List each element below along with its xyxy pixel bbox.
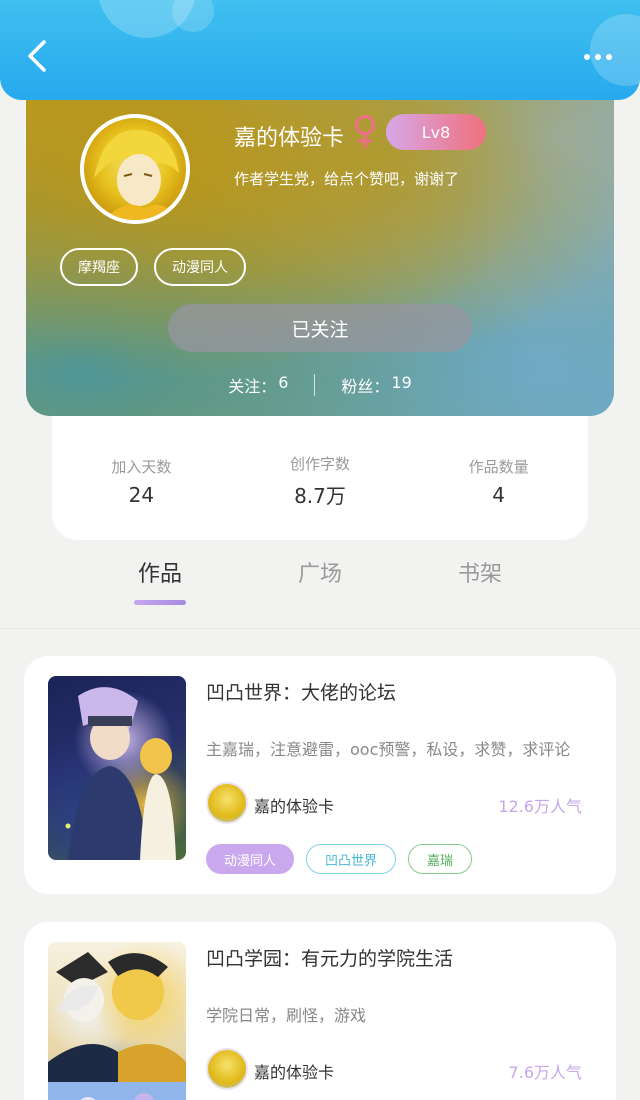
followers-count: 19 [391,373,412,392]
following-count: 6 [278,373,289,392]
author-name[interactable]: 嘉的体验卡 [254,1059,334,1083]
level-badge: Lv8 [386,114,486,150]
avatar[interactable] [80,114,190,224]
tab-label: 作品 [137,562,182,587]
stats-card: 加入天数 24 创作字数 8.7万 作品数量 4 [52,412,588,540]
work-title[interactable]: 凹凸学园：有元力的学院生活 [206,944,453,971]
female-icon [355,115,375,148]
tab-bookshelf[interactable]: 书架 [420,556,540,612]
stat-value: 4 [492,482,505,507]
work-title[interactable]: 凹凸世界：大佬的论坛 [206,678,396,705]
work-tags: 动漫同人 凹凸世界 嘉瑞 [206,844,472,874]
stat-label: 作品数量 [468,457,529,476]
author-name[interactable]: 嘉的体验卡 [254,793,334,817]
tab-bar: 作品 广场 书架 [100,556,540,612]
stat-label: 加入天数 [111,457,172,476]
stat-label: 创作字数 [289,455,350,473]
tab-active-indicator [134,600,186,605]
profile-card: 嘉的体验卡 Lv8 作者学生党，给点个赞吧，谢谢了 摩羯座 动漫同人 已关注 关… [26,70,614,416]
follow-stats: 关注： 6 粉丝： 19 [26,370,614,400]
stat-value: 8.7万 [294,484,346,508]
stat-value: 24 [128,482,155,507]
stat-works-count: 作品数量 4 [429,456,569,507]
popularity-count: 7.6万人气 [508,1063,582,1082]
back-button[interactable] [20,36,54,76]
more-button[interactable] [576,40,620,74]
followers-stat[interactable]: 粉丝： 19 [341,373,411,397]
tab-label: 书架 [457,562,502,587]
profile-tag[interactable]: 摩羯座 [60,248,138,286]
following-stat[interactable]: 关注： 6 [228,373,288,397]
tab-label: 广场 [297,562,342,587]
stat-join-days: 加入天数 24 [71,456,211,507]
author-avatar[interactable] [206,1048,248,1090]
following-label: 关注： [228,377,277,396]
work-card[interactable]: 凹凸世界：大佬的论坛 主嘉瑞，注意避雷，ooc预警，私设，求赞，求评论 嘉的体验… [24,656,616,894]
chevron-left-icon [28,40,46,72]
work-tag[interactable]: 嘉瑞 [408,844,472,874]
user-name: 嘉的体验卡 [234,126,345,151]
divider [0,628,640,629]
more-horizontal-icon [584,54,590,60]
divider [314,374,316,396]
avatar-illustration [94,129,179,220]
work-description: 学院日常，刷怪，游戏 [206,1006,367,1025]
work-tag[interactable]: 动漫同人 [206,844,294,874]
decor-bubble [172,0,214,32]
stat-word-count: 创作字数 8.7万 [250,453,390,509]
tab-works[interactable]: 作品 [100,556,220,612]
work-card[interactable]: 凹凸学园：有元力的学院生活 学院日常，刷怪，游戏 嘉的体验卡 7.6万人气 [24,922,616,1100]
follow-button[interactable]: 已关注 [168,304,472,352]
top-bar [0,0,640,100]
user-bio: 作者学生党，给点个赞吧，谢谢了 [234,170,460,188]
work-cover-image[interactable] [48,942,186,1100]
tab-square[interactable]: 广场 [260,556,380,612]
author-avatar[interactable] [206,782,248,824]
work-description: 主嘉瑞，注意避雷，ooc预警，私设，求赞，求评论 [206,740,571,759]
work-cover-image[interactable] [48,676,186,860]
followers-label: 粉丝： [341,377,390,396]
work-tag[interactable]: 凹凸世界 [306,844,396,874]
popularity-count: 12.6万人气 [498,797,582,816]
cover-illustration [48,952,186,1100]
cover-illustration [65,687,176,860]
profile-tag[interactable]: 动漫同人 [154,248,246,286]
